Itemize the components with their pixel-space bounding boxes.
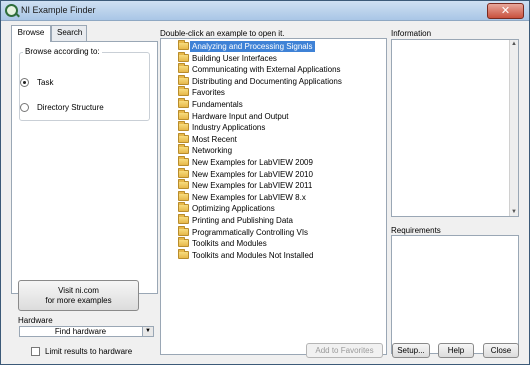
- list-item-label: New Examples for LabVIEW 8.x: [192, 192, 306, 202]
- list-item-label: Optimizing Applications: [192, 204, 275, 214]
- folder-icon: [178, 109, 189, 120]
- list-item[interactable]: Fundamentals: [164, 98, 384, 110]
- list-item-label: New Examples for LabVIEW 2010: [192, 169, 313, 179]
- list-item[interactable]: Programmatically Controlling VIs: [164, 225, 384, 238]
- visit-ni-button[interactable]: Visit ni.com for more examples: [18, 280, 139, 311]
- list-item-label: Industry Applications: [192, 123, 266, 133]
- list-item-label: Printing and Publishing Data: [192, 216, 293, 225]
- folder-icon: [178, 225, 189, 236]
- list-item-label: Toolkits and Modules: [192, 239, 267, 249]
- list-item[interactable]: Favorites: [164, 86, 384, 98]
- radio-task[interactable]: [20, 78, 29, 87]
- information-pane: ▲ ▼: [391, 39, 519, 217]
- list-item-label: Networking: [192, 146, 233, 156]
- folder-icon: [178, 156, 189, 166]
- list-item[interactable]: New Examples for LabVIEW 2010: [164, 167, 384, 180]
- folder-icon: [178, 40, 189, 50]
- browse-group-title: Browse according to:: [23, 47, 102, 56]
- hardware-label: Hardware: [18, 316, 53, 325]
- folder-icon: [178, 63, 189, 74]
- visit-button-line2: for more examples: [45, 296, 112, 305]
- folder-icon: [178, 237, 189, 248]
- list-item-label: Fundamentals: [192, 100, 243, 109]
- folder-icon: [178, 167, 189, 178]
- list-item-label: New Examples for LabVIEW 2009: [192, 158, 313, 167]
- list-item[interactable]: Hardware Input and Output: [164, 109, 384, 122]
- title-bar[interactable]: NI Example Finder ✕: [1, 1, 529, 21]
- help-button[interactable]: Help: [438, 343, 474, 358]
- example-tree-list[interactable]: Analyzing and Processing Signals Building…: [160, 38, 387, 355]
- list-item[interactable]: Communicating with External Applications: [164, 63, 384, 75]
- list-item[interactable]: New Examples for LabVIEW 2011: [164, 179, 384, 191]
- list-item-label: Most Recent: [192, 134, 237, 144]
- folder-icon: [178, 214, 189, 224]
- window-close-button[interactable]: ✕: [487, 3, 524, 19]
- folder-icon: [178, 202, 189, 213]
- list-item[interactable]: New Examples for LabVIEW 8.x: [164, 190, 384, 203]
- example-finder-window: NI Example Finder ✕ Browse Search Browse…: [0, 0, 530, 365]
- list-item-label: Favorites: [192, 88, 225, 98]
- folder-icon: [178, 190, 189, 201]
- folder-icon: [178, 51, 189, 62]
- folder-icon: [178, 121, 189, 132]
- limit-results-checkbox[interactable]: [31, 347, 40, 356]
- list-item-label: New Examples for LabVIEW 2011: [192, 181, 313, 191]
- folder-icon: [178, 86, 189, 97]
- close-button[interactable]: Close: [483, 343, 519, 358]
- list-item[interactable]: Analyzing and Processing Signals: [164, 40, 384, 52]
- list-item[interactable]: Most Recent: [164, 132, 384, 145]
- list-item[interactable]: Building User Interfaces: [164, 51, 384, 64]
- list-item[interactable]: Printing and Publishing Data: [164, 214, 384, 226]
- tab-search[interactable]: Search: [51, 25, 87, 41]
- list-item[interactable]: Optimizing Applications: [164, 202, 384, 214]
- magnifier-app-icon: [5, 4, 18, 17]
- folder-icon: [178, 98, 189, 108]
- list-item-label: Programmatically Controlling VIs: [192, 227, 309, 237]
- requirements-label: Requirements: [391, 226, 441, 235]
- list-item[interactable]: New Examples for LabVIEW 2009: [164, 156, 384, 168]
- scroll-up-icon[interactable]: ▲: [510, 40, 518, 48]
- list-item[interactable]: Toolkits and Modules: [164, 237, 384, 249]
- folder-icon: [178, 74, 189, 85]
- radio-directory-structure[interactable]: [20, 103, 29, 112]
- scroll-down-icon[interactable]: ▼: [510, 208, 518, 216]
- radio-directory-label[interactable]: Directory Structure: [37, 103, 104, 112]
- folder-icon: [178, 132, 189, 143]
- folder-icon: [178, 248, 189, 259]
- list-item-label: Building User Interfaces: [192, 53, 277, 63]
- hardware-dropdown[interactable]: Find hardware ▼: [19, 326, 154, 337]
- setup-button[interactable]: Setup...: [392, 343, 430, 358]
- client-area: Browse Search Browse according to: Task …: [6, 23, 525, 361]
- list-item[interactable]: Distributing and Documenting Application…: [164, 74, 384, 87]
- radio-task-label[interactable]: Task: [37, 78, 53, 87]
- folder-icon: [178, 144, 189, 155]
- chevron-down-icon[interactable]: ▼: [142, 327, 153, 336]
- list-item-label: Analyzing and Processing Signals: [190, 41, 315, 52]
- list-item[interactable]: Networking: [164, 144, 384, 156]
- list-item-label: Distributing and Documenting Application…: [192, 76, 342, 86]
- window-title: NI Example Finder: [21, 5, 96, 15]
- tab-browse[interactable]: Browse: [11, 25, 51, 42]
- requirements-pane: [391, 235, 519, 354]
- list-item-label: Toolkits and Modules Not Installed: [192, 250, 314, 260]
- hardware-dropdown-value: Find hardware: [54, 327, 107, 336]
- add-to-favorites-button[interactable]: Add to Favorites: [306, 343, 383, 358]
- list-caption: Double-click an example to open it.: [160, 29, 285, 38]
- information-scrollbar[interactable]: ▲ ▼: [509, 40, 518, 216]
- information-label: Information: [391, 29, 432, 38]
- visit-button-line1: Visit ni.com: [58, 286, 99, 295]
- browse-panel: Browse according to: Task Directory Stru…: [11, 41, 158, 294]
- list-item[interactable]: Industry Applications: [164, 121, 384, 133]
- limit-results-label[interactable]: Limit results to hardware: [45, 347, 132, 356]
- list-item-label: Hardware Input and Output: [192, 111, 289, 121]
- list-item[interactable]: Toolkits and Modules Not Installed: [164, 248, 384, 261]
- folder-icon: [178, 179, 189, 190]
- list-item-label: Communicating with External Applications: [192, 65, 341, 75]
